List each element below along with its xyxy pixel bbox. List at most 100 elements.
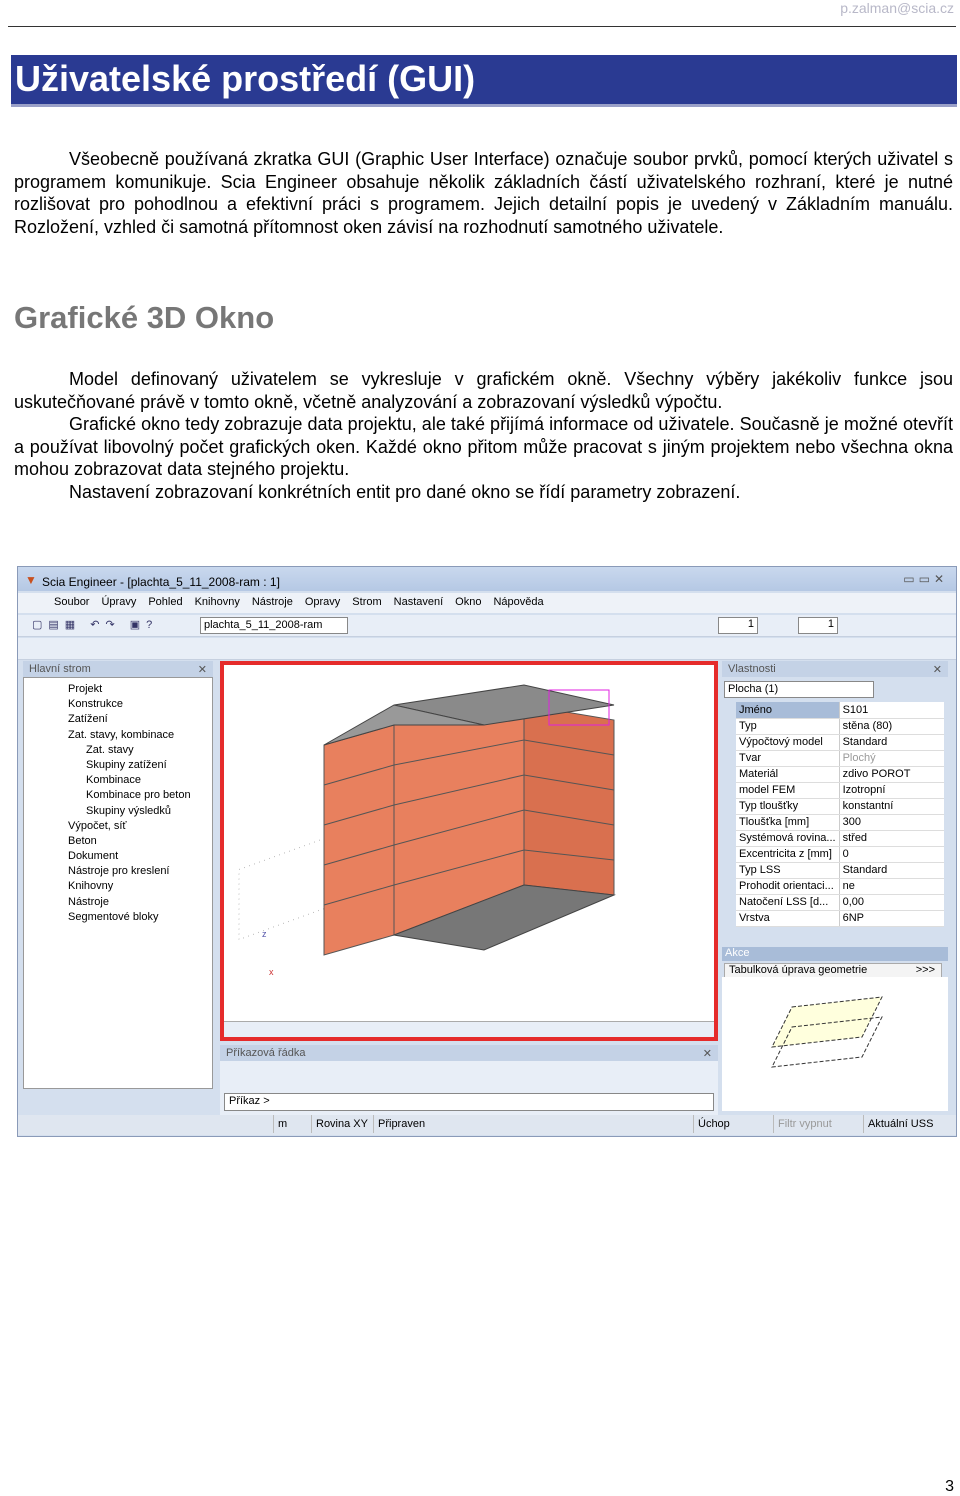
property-value[interactable]: 6NP: [838, 910, 944, 927]
window-title: Scia Engineer - [plachta_5_11_2008-ram :…: [42, 575, 280, 589]
property-row[interactable]: Typ LSS Standard: [736, 862, 944, 879]
property-row[interactable]: Materiál zdivo POROT: [736, 766, 944, 783]
command-line-title: Příkazová řádka ✕: [220, 1045, 718, 1061]
file-toolbar-icons[interactable]: ▢▤▦ ↶↷ ▣?: [32, 618, 158, 631]
property-row[interactable]: Natočení LSS [d... 0,00: [736, 894, 944, 911]
tree-item[interactable]: Projekt: [44, 682, 212, 697]
header-rule: [8, 26, 956, 27]
window-title-bar: ▼ Scia Engineer - [plachta_5_11_2008-ram…: [18, 567, 956, 591]
building-model-view: z x: [238, 684, 616, 977]
property-name: Prohodit orientaci...: [736, 878, 840, 895]
properties-title: Vlastnosti ✕: [722, 661, 948, 677]
section-title: Grafické 3D Okno: [14, 300, 275, 335]
property-value[interactable]: stěna (80): [838, 718, 944, 735]
property-row[interactable]: Tvar Plochý: [736, 750, 944, 767]
property-value[interactable]: 300: [838, 814, 944, 831]
property-value[interactable]: S101: [838, 702, 944, 719]
status-bar: m Rovina XY Připraven Úchop Filtr vypnut…: [18, 1115, 956, 1135]
command-input[interactable]: Příkaz >: [224, 1093, 714, 1111]
preview-pane: [722, 977, 948, 1111]
action-open-button[interactable]: >>>: [916, 964, 941, 976]
main-tree-panel: Hlavní strom ✕ Projekt Konstrukce Zatížen…: [23, 661, 213, 1091]
menu-napoveda[interactable]: Nápověda: [493, 596, 543, 613]
project-combo[interactable]: plachta_5_11_2008-ram: [200, 617, 348, 634]
tree-item[interactable]: Nástroje pro kreslení: [44, 864, 212, 879]
tree-item[interactable]: Nástroje: [44, 895, 212, 910]
status-snap[interactable]: Úchop: [693, 1115, 730, 1133]
graphic-3d-window[interactable]: z x: [220, 661, 718, 1041]
tree-item[interactable]: Knihovny: [44, 879, 212, 894]
property-row[interactable]: model FEM Izotropní: [736, 782, 944, 799]
tree-item[interactable]: Dokument: [44, 849, 212, 864]
property-value[interactable]: ne: [838, 878, 944, 895]
spin-input-1[interactable]: 1: [718, 617, 758, 634]
menu-okno[interactable]: Okno: [455, 596, 481, 613]
properties-combo[interactable]: Plocha (1): [724, 681, 874, 698]
property-name: Typ tloušťky: [736, 798, 840, 815]
tree-item[interactable]: Beton: [44, 834, 212, 849]
menu-strom[interactable]: Strom: [352, 596, 381, 613]
property-value[interactable]: zdivo POROT: [838, 766, 944, 783]
property-value[interactable]: Standard: [838, 734, 944, 751]
author-email: p.zalman@scia.cz: [840, 0, 954, 16]
property-value[interactable]: 0,00: [838, 894, 944, 911]
property-value[interactable]: Standard: [838, 862, 944, 879]
property-row[interactable]: Typ stěna (80): [736, 718, 944, 735]
tree-item[interactable]: Segmentové bloky: [44, 910, 212, 925]
menu-knihovny[interactable]: Knihovny: [195, 596, 240, 613]
section-text: Model definovaný uživatelem se vykresluj…: [14, 369, 953, 502]
property-row[interactable]: Tloušťka [mm] 300: [736, 814, 944, 831]
menu-nastroje[interactable]: Nástroje: [252, 596, 293, 613]
property-value[interactable]: Plochý: [838, 750, 944, 767]
menu-soubor[interactable]: Soubor: [54, 596, 89, 613]
tree-item[interactable]: Zat. stavy, kombinace: [44, 728, 212, 743]
spin-input-2[interactable]: 1: [798, 617, 838, 634]
tree-item[interactable]: Výpočet, síť: [44, 819, 212, 834]
property-name: Jméno: [736, 702, 840, 719]
property-value[interactable]: Izotropní: [838, 782, 944, 799]
actions-title: Akce: [722, 947, 948, 961]
tree-item[interactable]: Kombinace pro beton: [44, 788, 212, 803]
menu-nastaveni[interactable]: Nastavení: [394, 596, 444, 613]
tree-item[interactable]: Skupiny výsledků: [44, 804, 212, 819]
property-name: model FEM: [736, 782, 840, 799]
property-name: Typ LSS: [736, 862, 840, 879]
menu-upravy[interactable]: Úpravy: [101, 596, 136, 613]
menu-opravy[interactable]: Opravy: [305, 596, 340, 613]
status-ready: Připraven: [373, 1115, 425, 1133]
app-logo-icon: ▼: [25, 573, 37, 587]
property-row[interactable]: Výpočtový model Standard: [736, 734, 944, 751]
wall-preview-icon: [771, 996, 883, 1068]
property-name: Vrstva: [736, 910, 840, 927]
property-row[interactable]: Systémová rovina... střed: [736, 830, 944, 847]
status-filter[interactable]: Filtr vypnut: [773, 1115, 832, 1133]
tree-item[interactable]: Zat. stavy: [44, 743, 212, 758]
status-ucs[interactable]: Aktuální USS: [863, 1115, 933, 1133]
property-name: Tvar: [736, 750, 840, 767]
menu-pohled[interactable]: Pohled: [148, 596, 182, 613]
property-value[interactable]: 0: [838, 846, 944, 863]
wall-right: [523, 704, 615, 896]
page-number: 3: [945, 1478, 954, 1495]
status-units: m: [273, 1115, 287, 1133]
intro-paragraph: Všeobecně používaná zkratka GUI (Graphic…: [14, 149, 953, 237]
window-controls[interactable]: ▭▭✕: [903, 572, 948, 586]
command-line-panel: Příkazová řádka ✕ Příkaz >: [220, 1045, 718, 1117]
property-name: Materiál: [736, 766, 840, 783]
property-row[interactable]: Prohodit orientaci... ne: [736, 878, 944, 895]
property-name: Typ: [736, 718, 840, 735]
property-row[interactable]: Excentricita z [mm] 0: [736, 846, 944, 863]
tree-item[interactable]: Kombinace: [44, 773, 212, 788]
property-row[interactable]: Vrstva 6NP: [736, 910, 944, 927]
property-row[interactable]: Typ tloušťky konstantní: [736, 798, 944, 815]
tree-item[interactable]: Konstrukce: [44, 697, 212, 712]
property-value[interactable]: konstantní: [838, 798, 944, 815]
property-name: Natočení LSS [d...: [736, 894, 840, 911]
tree-item[interactable]: Zatížení: [44, 712, 212, 727]
property-value[interactable]: střed: [838, 830, 944, 847]
wall-left: [323, 724, 395, 956]
view-toolbar[interactable]: [224, 1021, 714, 1037]
property-row[interactable]: Jméno S101: [736, 702, 944, 719]
status-plane[interactable]: Rovina XY: [311, 1115, 368, 1133]
tree-item[interactable]: Skupiny zatížení: [44, 758, 212, 773]
